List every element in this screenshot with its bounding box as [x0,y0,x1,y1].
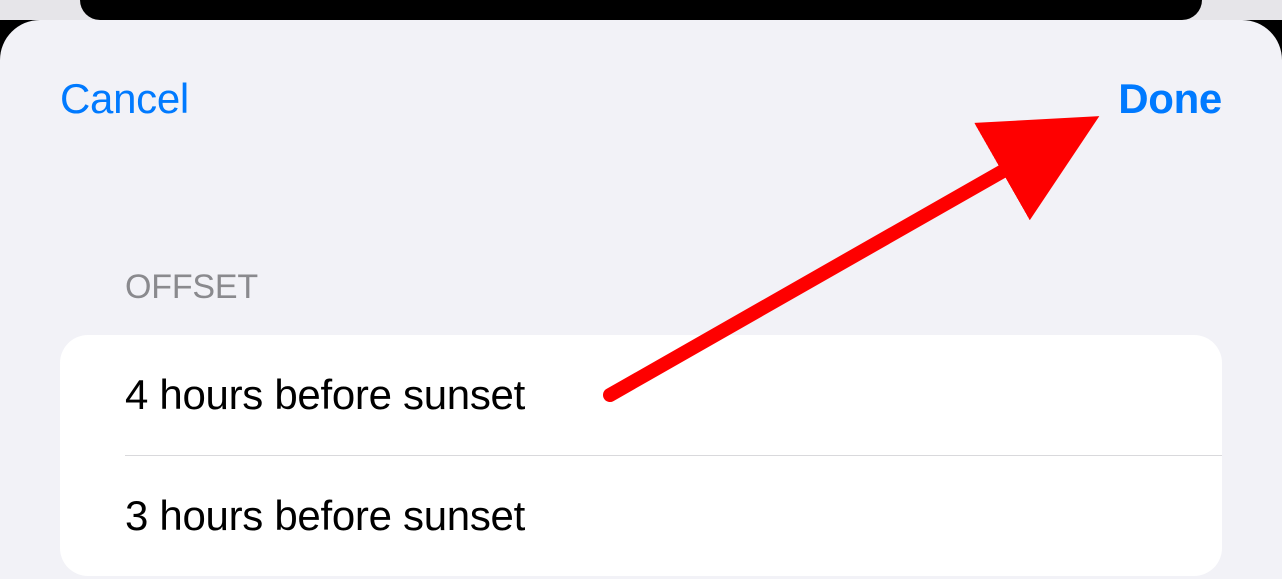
section-header-offset: OFFSET [0,123,1282,335]
status-bar [0,0,1282,20]
list-item[interactable]: 3 hours before sunset [60,456,1222,576]
done-button[interactable]: Done [1118,75,1222,123]
list-item[interactable]: 4 hours before sunset [60,335,1222,455]
cancel-button[interactable]: Cancel [60,75,189,123]
device-notch [80,0,1202,20]
navigation-bar: Cancel Done [0,20,1282,123]
offset-options-list: 4 hours before sunset 3 hours before sun… [60,335,1222,576]
modal-sheet: Cancel Done OFFSET 4 hours before sunset… [0,20,1282,579]
